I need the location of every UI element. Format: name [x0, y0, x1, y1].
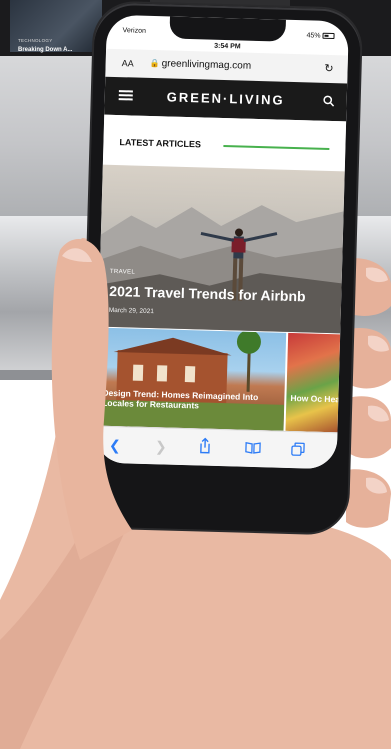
thumb-illustration [51, 238, 132, 561]
